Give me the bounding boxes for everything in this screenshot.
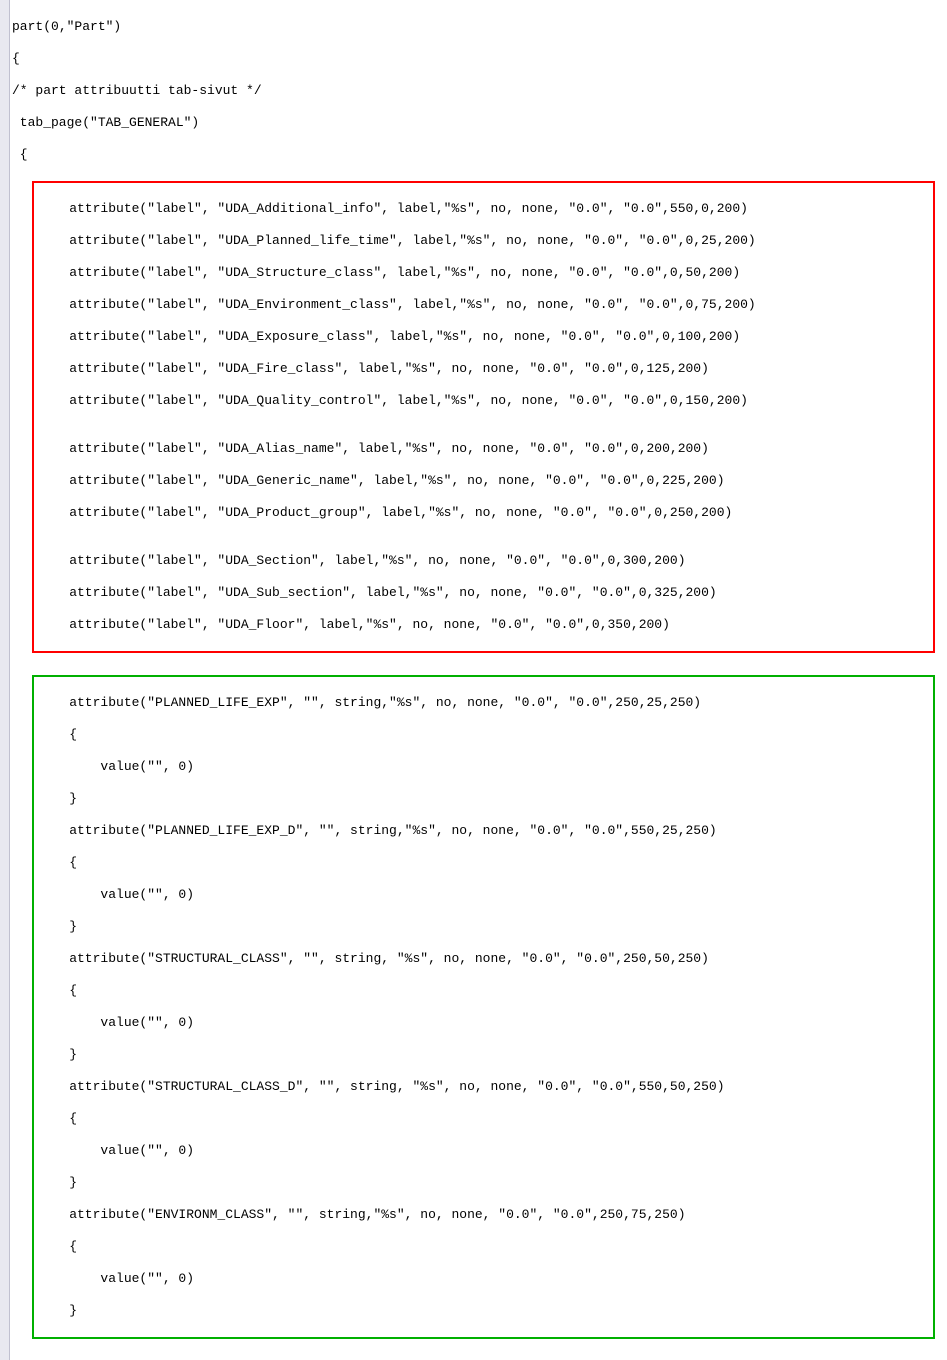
code-line: attribute("label", "UDA_Exposure_class",… bbox=[38, 329, 929, 345]
code-line: attribute("ENVIRONM_CLASS", "", string,"… bbox=[38, 1207, 929, 1223]
code-line: attribute("label", "UDA_Planned_life_tim… bbox=[38, 233, 929, 249]
code-line: attribute("label", "UDA_Fire_class", lab… bbox=[38, 361, 929, 377]
code-line: tab_page("TAB_GENERAL") bbox=[12, 115, 945, 131]
code-line: attribute("STRUCTURAL_CLASS", "", string… bbox=[38, 951, 929, 967]
code-line: attribute("label", "UDA_Floor", label,"%… bbox=[38, 617, 929, 633]
code-line: /* part attribuutti tab-sivut */ bbox=[12, 83, 945, 99]
code-line: attribute("label", "UDA_Quality_control"… bbox=[38, 393, 929, 409]
code-line: attribute("STRUCTURAL_CLASS_D", "", stri… bbox=[38, 1079, 929, 1095]
code-line: { bbox=[38, 855, 929, 871]
code-line: } bbox=[38, 1303, 929, 1319]
code-line: attribute("PLANNED_LIFE_EXP", "", string… bbox=[38, 695, 929, 711]
highlight-box-green: attribute("PLANNED_LIFE_EXP", "", string… bbox=[32, 675, 935, 1339]
text-cursor: , bbox=[59, 19, 67, 34]
code-line: } bbox=[38, 1047, 929, 1063]
code-line: { bbox=[38, 983, 929, 999]
code-line: { bbox=[38, 727, 929, 743]
code-line: attribute("label", "UDA_Additional_info"… bbox=[38, 201, 929, 217]
code-line: } bbox=[38, 791, 929, 807]
code-line: } bbox=[38, 1175, 929, 1191]
code-line: value("", 0) bbox=[38, 1143, 929, 1159]
code-line: attribute("label", "UDA_Product_group", … bbox=[38, 505, 929, 521]
code-text: "Part") bbox=[67, 19, 122, 34]
code-line: attribute("label", "UDA_Structure_class"… bbox=[38, 265, 929, 281]
code-line: { bbox=[38, 1239, 929, 1255]
code-line: attribute("label", "UDA_Section", label,… bbox=[38, 553, 929, 569]
code-line: attribute("label", "UDA_Alias_name", lab… bbox=[38, 441, 929, 457]
highlight-box-red: attribute("label", "UDA_Additional_info"… bbox=[32, 181, 935, 653]
code-line: { bbox=[12, 147, 945, 163]
code-line: value("", 0) bbox=[38, 1015, 929, 1031]
code-editor-content[interactable]: part(0,"Part") { /* part attribuutti tab… bbox=[10, 0, 947, 1360]
code-line: { bbox=[38, 1111, 929, 1127]
code-line: value("", 0) bbox=[38, 759, 929, 775]
code-line: part(0,"Part") bbox=[12, 19, 945, 35]
code-text: part(0 bbox=[12, 19, 59, 34]
code-line: attribute("label", "UDA_Environment_clas… bbox=[38, 297, 929, 313]
code-line: attribute("label", "UDA_Sub_section", la… bbox=[38, 585, 929, 601]
code-line: } bbox=[38, 919, 929, 935]
editor-gutter bbox=[0, 0, 10, 1360]
code-line: attribute("PLANNED_LIFE_EXP_D", "", stri… bbox=[38, 823, 929, 839]
code-line: value("", 0) bbox=[38, 887, 929, 903]
code-line: { bbox=[12, 51, 945, 67]
code-line: attribute("label", "UDA_Generic_name", l… bbox=[38, 473, 929, 489]
code-line: value("", 0) bbox=[38, 1271, 929, 1287]
